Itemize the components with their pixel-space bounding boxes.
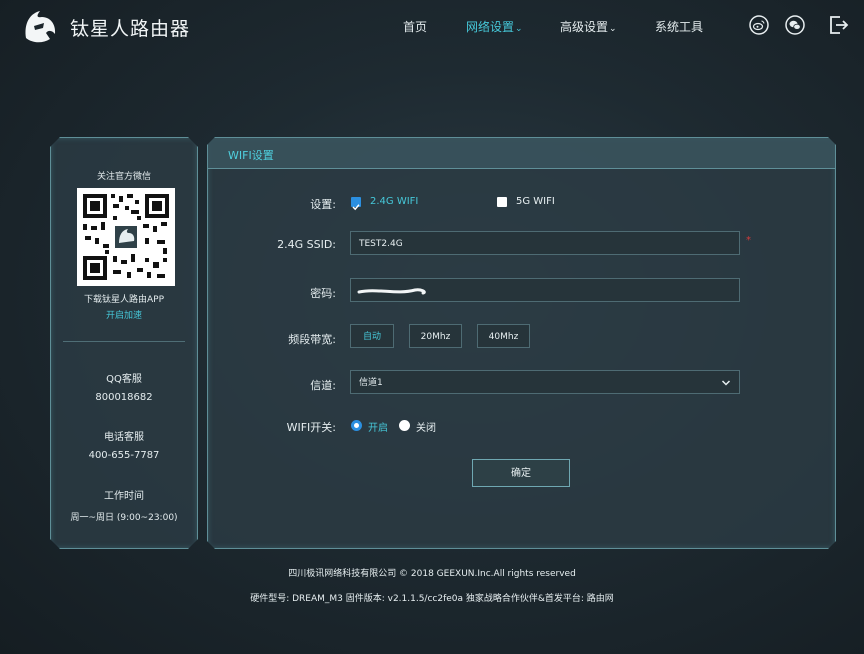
- option-24g-label[interactable]: 2.4G WIFI: [370, 196, 418, 207]
- wifi-off-radio[interactable]: [399, 420, 410, 431]
- radio-dot: [354, 423, 359, 428]
- ssid-label: 2.4G SSID:: [277, 238, 336, 251]
- channel-select[interactable]: 信道1: [350, 370, 740, 394]
- qq-service-number: 800018682: [95, 392, 153, 403]
- panel-header: WIFI设置: [208, 138, 835, 169]
- password-label: 密码:: [310, 287, 336, 300]
- copyright-text: 四川极讯网络科技有限公司 © 2018 GEEXUN.Inc.All right…: [288, 569, 576, 579]
- phone-service-number: 400-655-7787: [88, 450, 160, 461]
- nav-system-tools[interactable]: 系统工具: [655, 18, 703, 35]
- wifi-on-label[interactable]: 开启: [368, 419, 388, 434]
- wechat-qr-code: [77, 188, 175, 286]
- password-input[interactable]: [350, 278, 740, 302]
- channel-select-value: 信道1: [359, 378, 383, 388]
- nav-advanced-settings[interactable]: 高级设置⌄: [560, 18, 617, 35]
- nav-system-tools-label: 系统工具: [655, 20, 704, 34]
- firmware-info: 硬件型号: DREAM_M3 固件版本: v2.1.1.5/cc2fe0a 独家…: [250, 594, 614, 604]
- panel-title: WIFI设置: [228, 149, 274, 162]
- checkbox-24g[interactable]: [351, 197, 361, 207]
- chevron-down-icon: ⌄: [609, 24, 617, 34]
- ssid-input[interactable]: TEST2.4G: [350, 231, 740, 255]
- follow-wechat-label: 关注官方微信: [96, 172, 151, 182]
- wifi-off-label[interactable]: 关闭: [416, 419, 436, 434]
- chevron-down-icon: [721, 378, 731, 388]
- phone-service-title: 电话客服: [104, 432, 144, 443]
- setting-label: 设置:: [310, 198, 336, 211]
- brand-name: 钛星人路由器: [70, 18, 191, 40]
- nav-network-settings[interactable]: 网络设置⌄: [466, 18, 523, 35]
- nav-network-settings-label: 网络设置: [466, 20, 515, 34]
- bandwidth-40mhz-button[interactable]: 40Mhz: [477, 324, 530, 348]
- checkmark-icon: [351, 202, 361, 212]
- wifi-settings-panel: WIFI设置 设置: 2.4G WIFI 5G WIFI 2.4G SSID: …: [207, 137, 836, 549]
- confirm-button[interactable]: 确定: [472, 459, 570, 487]
- contact-sidebar: 关注官方微信 下载钛星人路由APP 开启加速 QQ客服 800018682 电话…: [50, 137, 198, 549]
- nav-home-label: 首页: [403, 20, 428, 34]
- qq-service-title: QQ客服: [106, 374, 142, 385]
- helmet-logo-icon: [25, 11, 56, 43]
- option-5g-label[interactable]: 5G WIFI: [516, 196, 555, 207]
- checkbox-5g[interactable]: [497, 197, 507, 207]
- bandwidth-label: 频段带宽:: [288, 333, 336, 346]
- weibo-icon[interactable]: [749, 15, 769, 35]
- wifi-on-radio[interactable]: [351, 420, 362, 431]
- bandwidth-auto-button[interactable]: 自动: [350, 324, 394, 348]
- required-mark: *: [746, 235, 751, 246]
- bandwidth-20mhz-button[interactable]: 20Mhz: [409, 324, 462, 348]
- logout-icon[interactable]: [828, 14, 850, 36]
- sidebar-divider: [63, 341, 185, 342]
- speedup-link[interactable]: 开启加速: [51, 308, 197, 321]
- channel-label: 信道:: [310, 379, 336, 392]
- nav-home[interactable]: 首页: [403, 18, 427, 35]
- wifi-switch-label: WIFI开关:: [286, 421, 336, 434]
- nav-advanced-settings-label: 高级设置: [560, 20, 609, 34]
- wechat-icon[interactable]: [785, 15, 805, 35]
- work-hours-value: 周一~周日 (9:00~23:00): [70, 513, 178, 523]
- download-app-label: 下载钛星人路由APP: [83, 295, 164, 305]
- masked-password: [357, 286, 437, 296]
- work-hours-title: 工作时间: [104, 491, 144, 502]
- top-header: 钛星人路由器 首页 网络设置⌄ 高级设置⌄ 系统工具: [0, 0, 864, 54]
- chevron-down-icon: ⌄: [515, 24, 523, 34]
